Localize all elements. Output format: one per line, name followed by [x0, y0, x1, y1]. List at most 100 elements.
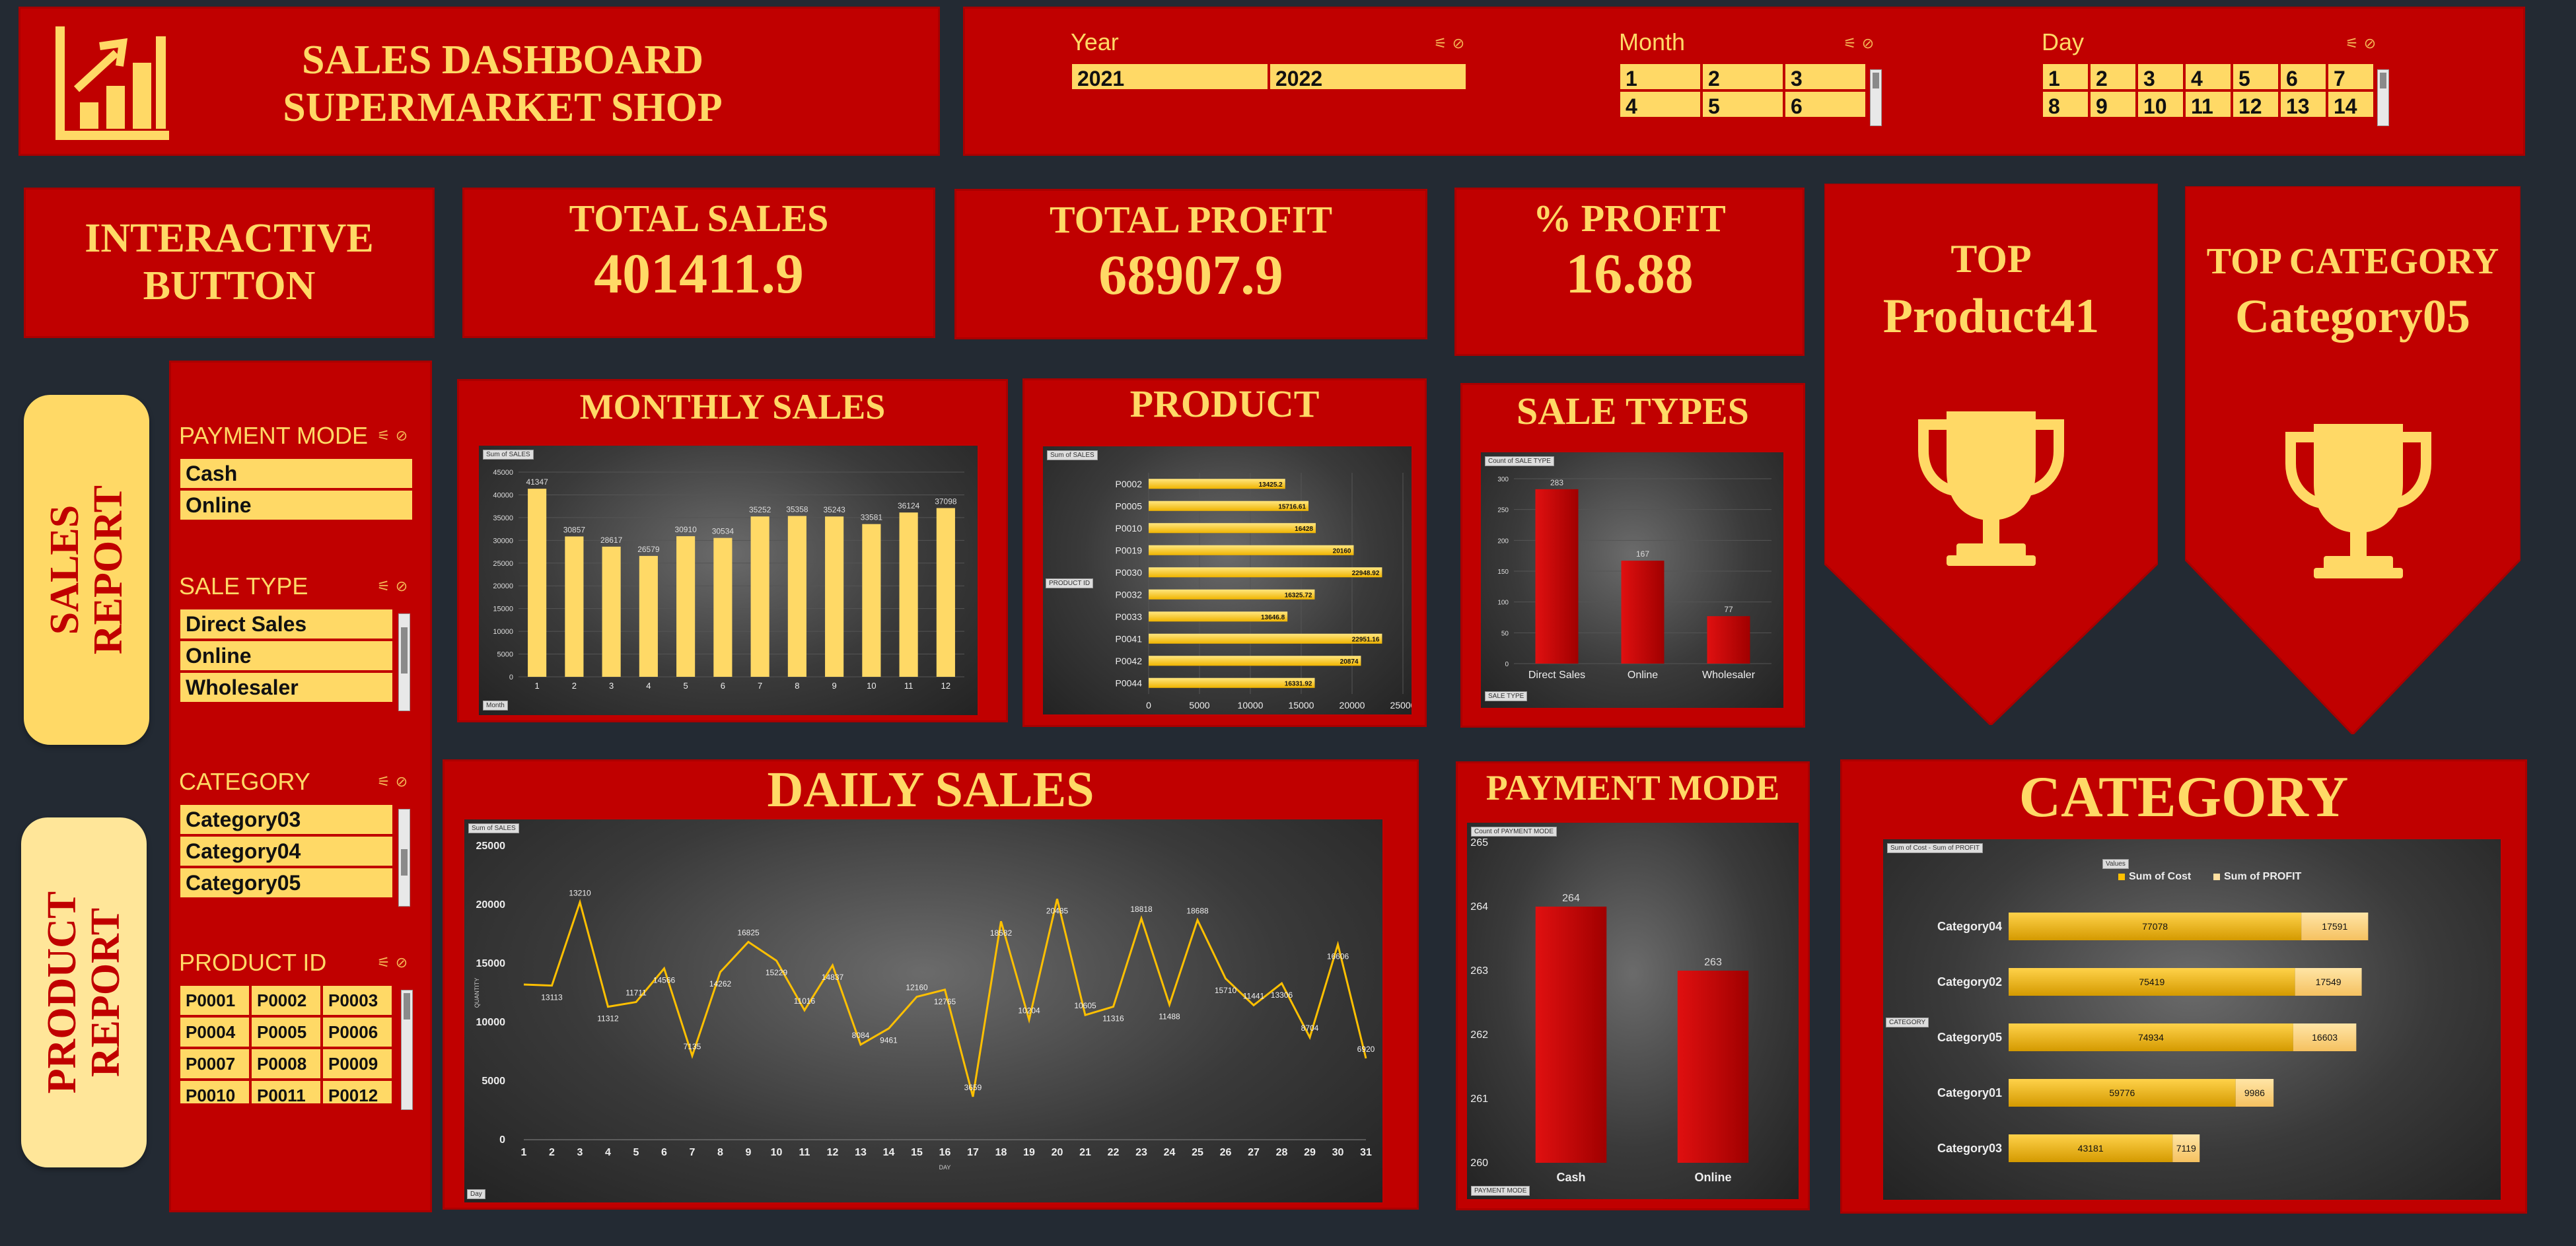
product-id-option[interactable]: P0006: [322, 1016, 393, 1048]
product-id-option[interactable]: P0004: [179, 1016, 250, 1048]
chart-field-tag[interactable]: Count of SALE TYPE: [1485, 456, 1554, 466]
product-id-scrollbar[interactable]: [401, 990, 413, 1110]
product-id-option[interactable]: P0002: [250, 985, 322, 1016]
y-tick-label: Category02: [1937, 975, 2002, 988]
product-id-option[interactable]: P0001: [179, 985, 250, 1016]
total-sales-card: TOTAL SALES 401411.9: [462, 188, 935, 338]
x-tick-label: 16: [939, 1147, 951, 1158]
product-report-label: REPORT: [83, 907, 128, 1078]
category-option[interactable]: Category04: [179, 835, 394, 867]
product-id-option[interactable]: P0005: [250, 1016, 322, 1048]
month-option[interactable]: 1: [1619, 63, 1701, 90]
day-scrollbar[interactable]: [2377, 69, 2389, 126]
x-tick-label: 9: [832, 681, 837, 691]
data-label: 20485: [1046, 906, 1069, 915]
day-option[interactable]: 8: [2042, 90, 2089, 118]
tick-label: 265: [1470, 837, 1488, 848]
y-tick-label: P0041: [1116, 633, 1143, 644]
chart-axis-tag[interactable]: Day: [467, 1189, 485, 1199]
day-option[interactable]: 1: [2042, 63, 2089, 90]
day-option[interactable]: 13: [2279, 90, 2327, 118]
tick-label: 40000: [493, 491, 513, 499]
x-tick-label: 3: [577, 1147, 583, 1158]
slicer-clear-icons[interactable]: ⚟⊘: [377, 954, 413, 971]
sale-type-option[interactable]: Online: [179, 640, 394, 672]
bar: [1707, 616, 1750, 664]
monthly-sales-panel: MONTHLY SALES 0 5000 10000 15000 20000 25000 3…: [457, 379, 1008, 722]
month-option[interactable]: 6: [1784, 90, 1867, 118]
data-label: 16606: [1327, 952, 1349, 961]
sale-type-option[interactable]: Wholesaler: [179, 672, 394, 703]
chart-axis-tag[interactable]: Month: [483, 701, 508, 710]
month-option[interactable]: 3: [1784, 63, 1867, 90]
x-tick-label: 1: [535, 681, 540, 691]
interactive-button-panel[interactable]: INTERACTIVE BUTTON: [24, 188, 435, 338]
category-option[interactable]: Category05: [179, 867, 394, 899]
product-id-option[interactable]: P0009: [322, 1048, 393, 1080]
tick-label: 5000: [497, 651, 513, 659]
chart-axis-tag[interactable]: PRODUCT ID: [1046, 578, 1094, 588]
product-id-option[interactable]: P0011: [250, 1080, 322, 1103]
day-option[interactable]: 14: [2327, 90, 2375, 118]
slicer-clear-icons[interactable]: ⚟⊘: [2345, 35, 2381, 52]
category-title: CATEGORY: [2019, 765, 2349, 829]
month-option[interactable]: 5: [1701, 90, 1784, 118]
year-slicer-title: Year: [1071, 28, 1119, 55]
tick-label: 25000: [493, 560, 513, 568]
day-option[interactable]: 2: [2089, 63, 2137, 90]
product-report-button[interactable]: PRODUCT REPORT: [21, 817, 147, 1167]
data-label: 35252: [749, 505, 771, 514]
chart-field-tag[interactable]: Sum of SALES: [1047, 450, 1098, 460]
chart-legend-tag[interactable]: Values: [2102, 859, 2129, 869]
data-label: 9461: [880, 1036, 898, 1045]
data-label: 17549: [2316, 977, 2342, 987]
slicer-clear-icons[interactable]: ⚟⊘: [377, 427, 413, 444]
day-option[interactable]: 9: [2089, 90, 2137, 118]
chart-field-tag[interactable]: Sum of SALES: [468, 823, 519, 833]
product-id-option[interactable]: P0008: [250, 1048, 322, 1080]
product-id-option[interactable]: P0003: [322, 985, 393, 1016]
day-option[interactable]: 5: [2232, 63, 2279, 90]
day-option[interactable]: 3: [2137, 63, 2184, 90]
y-tick-label: Category05: [1937, 1031, 2002, 1044]
y-tick-label: P0010: [1116, 523, 1143, 534]
day-option[interactable]: 12: [2232, 90, 2279, 118]
chart-axis-tag[interactable]: SALE TYPE: [1485, 691, 1528, 701]
legend-swatch: [2118, 874, 2125, 880]
slicer-clear-icons[interactable]: ⚟⊘: [1434, 35, 1470, 52]
sale-type-scrollbar[interactable]: [398, 613, 410, 711]
payment-mode-option[interactable]: Online: [179, 489, 413, 521]
day-option[interactable]: 10: [2137, 90, 2184, 118]
data-label: 22951.16: [1352, 636, 1380, 643]
x-tick-label: 26: [1220, 1147, 1232, 1158]
tick-label: 15000: [476, 958, 506, 969]
chart-field-tag[interactable]: Sum of Cost - Sum of PROFIT: [1887, 843, 1984, 853]
x-tick-label: 23: [1135, 1147, 1147, 1158]
product-id-option[interactable]: P0010: [179, 1080, 250, 1103]
slicer-clear-icons[interactable]: ⚟⊘: [377, 773, 413, 790]
data-label: 77: [1724, 605, 1733, 614]
year-option[interactable]: 2021: [1071, 63, 1269, 90]
chart-axis-tag[interactable]: PAYMENT MODE: [1471, 1186, 1530, 1196]
day-option[interactable]: 7: [2327, 63, 2375, 90]
category-option[interactable]: Category03: [179, 804, 394, 835]
slicer-clear-icons[interactable]: ⚟⊘: [377, 578, 413, 595]
day-option[interactable]: 6: [2279, 63, 2327, 90]
slicer-clear-icons[interactable]: ⚟⊘: [1843, 35, 1879, 52]
chart-axis-tag[interactable]: CATEGORY: [1886, 1018, 1929, 1027]
category-scrollbar[interactable]: [398, 809, 410, 907]
day-option[interactable]: 4: [2184, 63, 2232, 90]
year-option[interactable]: 2022: [1269, 63, 1467, 90]
month-option[interactable]: 2: [1701, 63, 1784, 90]
sale-type-option[interactable]: Direct Sales: [179, 608, 394, 640]
day-option[interactable]: 11: [2184, 90, 2232, 118]
product-id-option[interactable]: P0012: [322, 1080, 393, 1103]
sales-report-button[interactable]: SALES REPORT: [24, 395, 149, 745]
bar: [750, 516, 769, 677]
month-option[interactable]: 4: [1619, 90, 1701, 118]
month-scrollbar[interactable]: [1870, 69, 1882, 126]
payment-mode-option[interactable]: Cash: [179, 458, 413, 489]
product-id-option[interactable]: P0007: [179, 1048, 250, 1080]
chart-field-tag[interactable]: Sum of SALES: [483, 450, 534, 460]
chart-field-tag[interactable]: Count of PAYMENT MODE: [1471, 827, 1557, 837]
